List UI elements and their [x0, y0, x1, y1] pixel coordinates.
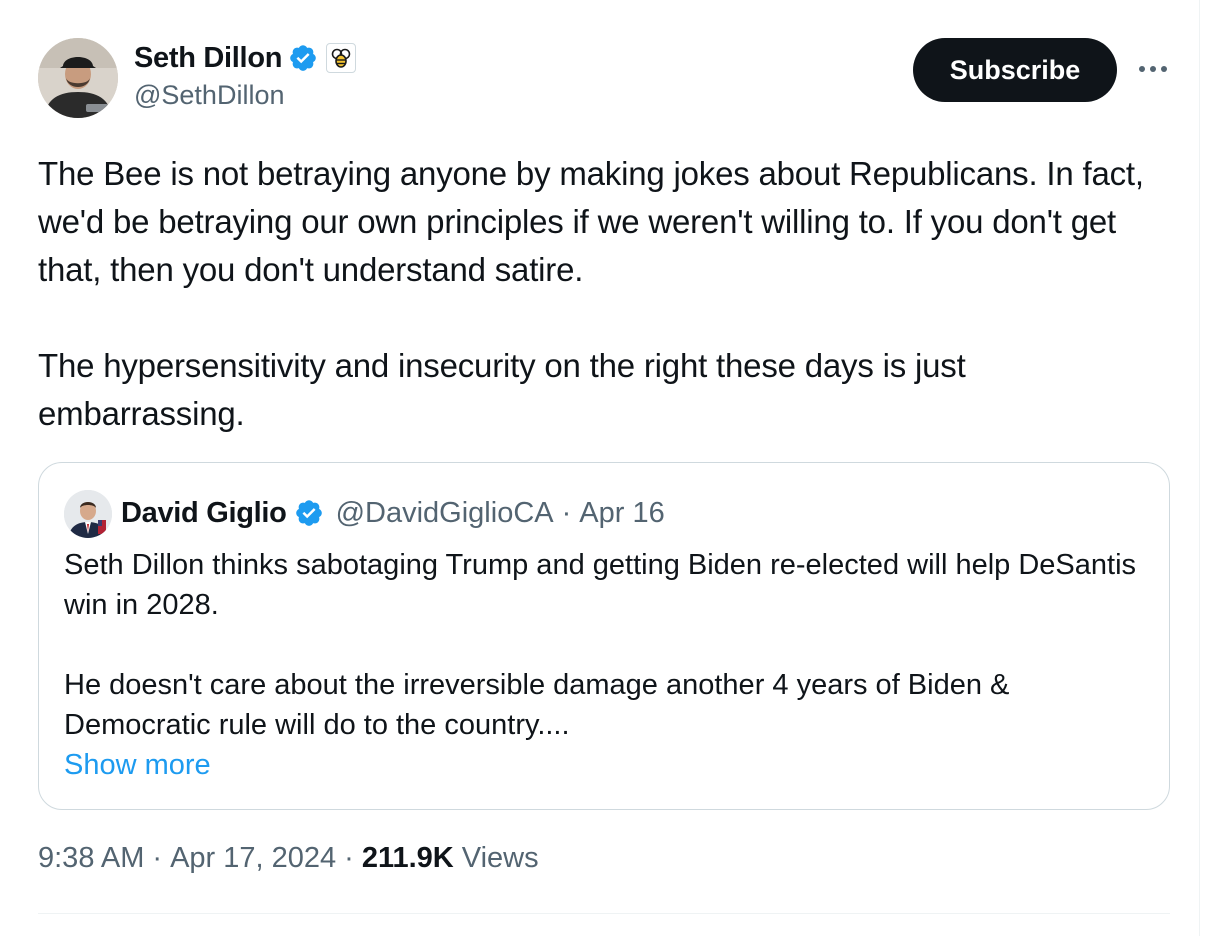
- avatar-photo: [38, 38, 118, 118]
- more-options-icon[interactable]: [1133, 54, 1173, 84]
- divider: [38, 913, 1170, 914]
- verified-badge-icon[interactable]: [294, 498, 324, 528]
- tweet-metadata: 9:38 AM · Apr 17, 2024 · 211.9K Views: [38, 842, 539, 875]
- quoted-avatar-photo: [64, 490, 112, 538]
- separator-dot: ·: [561, 496, 572, 529]
- separator-dot: ·: [344, 842, 354, 874]
- author-name-row: Seth Dillon: [134, 40, 357, 76]
- quoted-paragraph: Seth Dillon thinks sabotaging Trump and …: [64, 549, 1137, 621]
- views-count: 211.9K: [361, 842, 454, 874]
- tweet-text: The Bee is not betraying anyone by makin…: [38, 150, 1168, 438]
- author-handle[interactable]: @SethDillon: [134, 80, 284, 111]
- subscribe-button[interactable]: Subscribe: [913, 38, 1117, 102]
- tweet-card: Seth Dillon @SethDillon Subscribe The Be…: [0, 0, 1200, 936]
- tweet-paragraph: The Bee is not betraying anyone by makin…: [38, 155, 1144, 288]
- quoted-author-avatar[interactable]: [64, 490, 112, 538]
- quoted-tweet-date[interactable]: Apr 16: [579, 497, 664, 530]
- bee-affiliate-badge-icon[interactable]: [326, 43, 357, 73]
- verified-badge-icon[interactable]: [288, 43, 318, 73]
- views-label: Views: [461, 842, 539, 874]
- quoted-author-handle[interactable]: @DavidGiglioCA: [336, 497, 554, 530]
- tweet-time[interactable]: 9:38 AM: [38, 842, 144, 875]
- tweet-date[interactable]: Apr 17, 2024: [170, 842, 336, 875]
- quoted-tweet[interactable]: David Giglio @DavidGiglioCA · Apr 16 Set…: [38, 462, 1170, 810]
- separator-dot: ·: [152, 842, 163, 874]
- quoted-tweet-text: Seth Dillon thinks sabotaging Trump and …: [64, 545, 1144, 745]
- quoted-author-name[interactable]: David Giglio: [121, 497, 287, 530]
- quoted-paragraph: He doesn't care about the irreversible d…: [64, 669, 1010, 741]
- tweet-paragraph: The hypersensitivity and insecurity on t…: [38, 347, 966, 432]
- show-more-link[interactable]: Show more: [64, 745, 211, 785]
- author-avatar[interactable]: [38, 38, 118, 118]
- quoted-tweet-header: David Giglio @DavidGiglioCA · Apr 16: [121, 493, 665, 533]
- author-display-name[interactable]: Seth Dillon: [134, 42, 282, 75]
